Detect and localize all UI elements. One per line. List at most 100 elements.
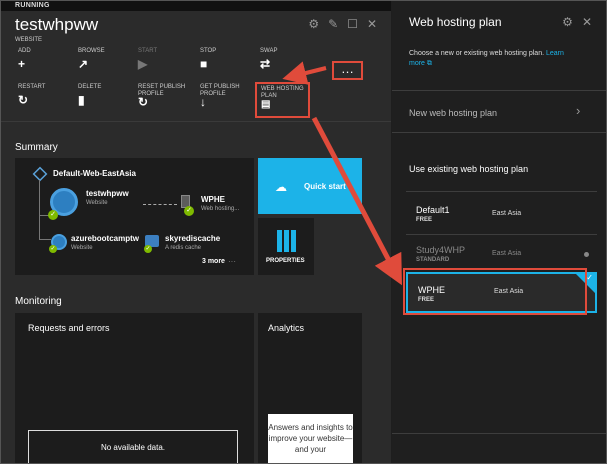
new-plan-option[interactable]: New web hosting plan bbox=[409, 108, 497, 118]
external-link-icon: ↗ bbox=[78, 57, 89, 71]
restart-icon: ↻ bbox=[18, 93, 29, 107]
plan-name: Default1 bbox=[416, 205, 450, 215]
resource-type: Web hosting... bbox=[201, 206, 240, 212]
web-hosting-plan-button[interactable]: WEB HOSTING PLAN ▤ bbox=[255, 82, 310, 118]
swap-label: SWAP bbox=[260, 48, 278, 54]
plan-description: Choose a new or existing web hosting pla… bbox=[409, 49, 569, 69]
add-label: ADD bbox=[18, 48, 31, 54]
close-icon[interactable]: ✕ bbox=[582, 15, 592, 29]
gear-icon[interactable]: ⚙ bbox=[562, 15, 573, 29]
resource-name[interactable]: WPHE bbox=[201, 195, 225, 204]
plan-tier: STANDARD bbox=[416, 257, 450, 263]
plan-location: East Asia bbox=[492, 210, 522, 217]
delete-button[interactable]: DELETE ▮ bbox=[78, 84, 138, 107]
properties-tile[interactable]: PROPERTIES bbox=[258, 218, 314, 275]
stop-icon: ■ bbox=[200, 57, 208, 71]
resource-name[interactable]: testwhpww bbox=[86, 189, 129, 198]
download-icon: ↓ bbox=[200, 95, 206, 109]
plus-icon: + bbox=[18, 57, 26, 71]
resource-type: Website bbox=[86, 200, 108, 206]
reset-icon: ↻ bbox=[138, 95, 149, 109]
no-data-panel: No available data. bbox=[28, 430, 238, 463]
swap-icon: ⇄ bbox=[260, 57, 271, 71]
description-text: Choose a new or existing web hosting pla… bbox=[409, 50, 545, 57]
delete-label: DELETE bbox=[78, 84, 102, 90]
analytics-tile[interactable]: Analytics Answers and insights to improv… bbox=[258, 313, 362, 463]
blade-title: testwhpww bbox=[15, 15, 99, 34]
reset-publish-profile-button[interactable]: RESET PUBLISH PROFILE ↻ bbox=[138, 84, 190, 109]
checkmark-icon: ✓ bbox=[586, 273, 593, 282]
web-hosting-plan-blade: Web hosting plan ⚙ ✕ Choose a new or exi… bbox=[392, 1, 606, 463]
ellipsis-icon: … bbox=[341, 61, 355, 76]
resource-type: A redis cache bbox=[165, 245, 202, 251]
properties-label: PROPERTIES bbox=[266, 258, 305, 264]
unavailable-dot-icon bbox=[584, 252, 589, 257]
properties-icon bbox=[277, 230, 296, 252]
resource-name[interactable]: azurebootcamptw bbox=[71, 234, 139, 243]
more-dots-icon[interactable]: ··· bbox=[228, 257, 236, 266]
divider bbox=[392, 132, 606, 133]
blade-title: Web hosting plan bbox=[409, 15, 502, 29]
status-text: RUNNING bbox=[15, 2, 50, 9]
start-label: START bbox=[138, 48, 158, 54]
website-blade: RUNNING testwhpww WEBSITE ⚙ ✎ ☐ ✕ ADD + … bbox=[1, 1, 391, 463]
trash-icon: ▮ bbox=[78, 93, 85, 107]
resource-group-name: Default-Web-EastAsia bbox=[53, 169, 136, 178]
success-check-icon: ✓ bbox=[184, 206, 194, 216]
maximize-icon[interactable]: ☐ bbox=[347, 17, 358, 31]
link-dashed-line bbox=[143, 204, 177, 205]
blade-header-icons: ⚙ ✎ ☐ ✕ bbox=[308, 17, 377, 31]
play-icon: ▶ bbox=[138, 57, 148, 71]
pin-icon[interactable]: ✎ bbox=[328, 17, 338, 31]
resource-name[interactable]: skyrediscache bbox=[165, 234, 220, 243]
quick-start-tile[interactable]: ☁ Quick start bbox=[258, 158, 362, 214]
browse-button[interactable]: BROWSE ↗ bbox=[78, 48, 138, 71]
plan-tier: FREE bbox=[416, 217, 433, 223]
hosting-plan-icon: ▤ bbox=[261, 99, 271, 110]
divider bbox=[406, 191, 597, 192]
divider bbox=[392, 433, 606, 434]
divider bbox=[392, 90, 606, 91]
resource-type: Website bbox=[71, 245, 93, 251]
plan-name: Study4WHP bbox=[416, 245, 466, 255]
plan-item-study4whp[interactable]: Study4WHP STANDARD East Asia bbox=[406, 237, 597, 271]
web-hosting-plan-command: WEB HOSTING PLAN ▤ bbox=[261, 86, 309, 110]
quick-start-label: Quick start bbox=[304, 182, 346, 191]
status-bar: RUNNING bbox=[1, 1, 391, 11]
start-button[interactable]: START ▶ bbox=[138, 48, 198, 71]
success-check-icon: ✓ bbox=[49, 245, 57, 253]
chevron-right-icon[interactable]: › bbox=[576, 103, 580, 118]
command-bar-divider bbox=[1, 121, 391, 122]
close-icon[interactable]: ✕ bbox=[367, 17, 377, 31]
requests-errors-tile[interactable]: Requests and errors No available data. bbox=[15, 313, 254, 463]
use-existing-heading: Use existing web hosting plan bbox=[409, 164, 529, 174]
restart-button[interactable]: RESTART ↻ bbox=[18, 84, 78, 107]
gear-icon[interactable]: ⚙ bbox=[308, 17, 319, 31]
more-commands-button[interactable]: … bbox=[332, 61, 363, 80]
browse-label: BROWSE bbox=[78, 48, 105, 54]
no-data-text: No available data. bbox=[100, 443, 166, 452]
stop-button[interactable]: STOP ■ bbox=[200, 48, 260, 71]
requests-errors-title: Requests and errors bbox=[28, 323, 110, 333]
swap-button[interactable]: SWAP ⇄ bbox=[260, 48, 320, 71]
get-publish-profile-button[interactable]: GET PUBLISH PROFILE ↓ bbox=[200, 84, 248, 109]
blade-header-icons: ⚙ ✕ bbox=[562, 15, 592, 29]
divider bbox=[406, 234, 597, 235]
plan-location: East Asia bbox=[492, 250, 522, 257]
web-hosting-plan-label: WEB HOSTING PLAN bbox=[261, 86, 304, 99]
tree-connector bbox=[39, 216, 51, 240]
analytics-promo: Answers and insights to improve your web… bbox=[268, 414, 353, 463]
stop-label: STOP bbox=[200, 48, 217, 54]
selection-highlight bbox=[403, 268, 587, 315]
cloud-icon: ☁ bbox=[275, 180, 287, 194]
add-button[interactable]: ADD + bbox=[18, 48, 78, 71]
more-resources-link[interactable]: 3 more bbox=[202, 258, 225, 265]
blade-subtitle: WEBSITE bbox=[15, 37, 43, 43]
plan-item-default1[interactable]: Default1 FREE East Asia bbox=[406, 197, 597, 231]
analytics-title: Analytics bbox=[268, 323, 305, 333]
success-check-icon: ✓ bbox=[144, 245, 152, 253]
monitoring-heading: Monitoring bbox=[15, 296, 62, 307]
resource-map-tile[interactable]: Default-Web-EastAsia ✓ testwhpww Website… bbox=[15, 158, 254, 275]
restart-label: RESTART bbox=[18, 84, 46, 90]
summary-heading: Summary bbox=[15, 142, 58, 153]
